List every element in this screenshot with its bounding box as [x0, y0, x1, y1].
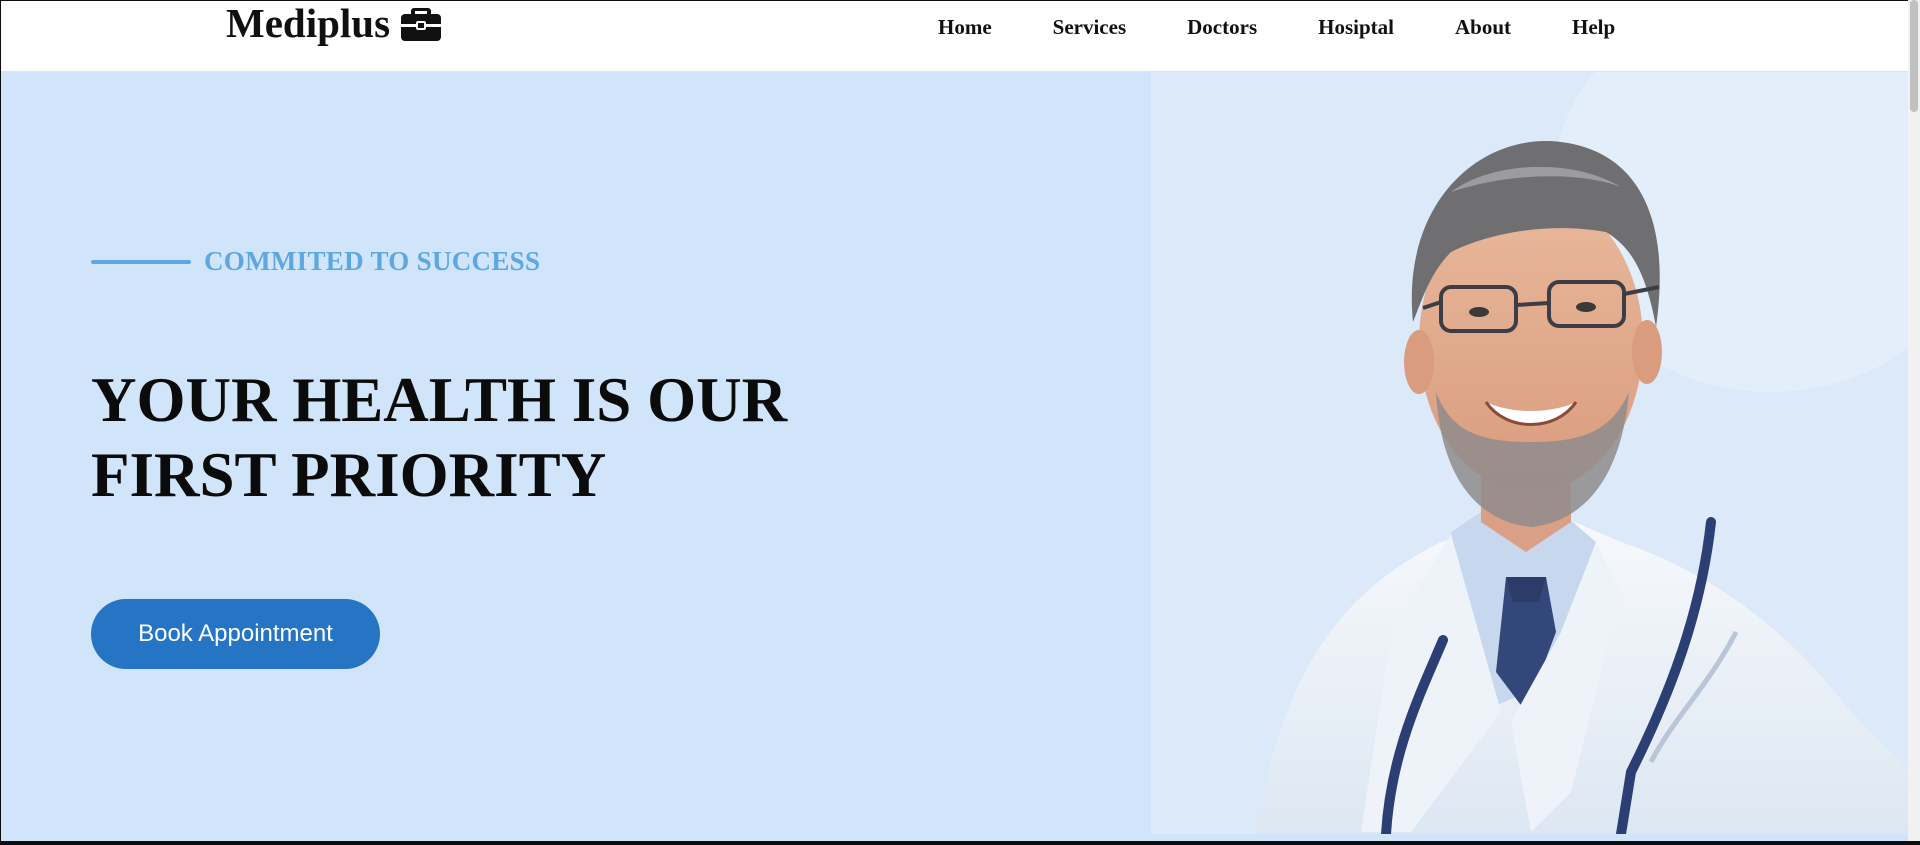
- nav-about[interactable]: About: [1455, 15, 1511, 40]
- page: Mediplus Home Services Doctors Hosiptal …: [1, 1, 1918, 841]
- tagline-divider: [91, 259, 191, 264]
- headline-line-2: FIRST PRIORITY: [91, 440, 607, 510]
- site-header: Mediplus Home Services Doctors Hosiptal …: [1, 1, 1918, 72]
- window-bottom-edge: [0, 841, 1920, 845]
- nav-help[interactable]: Help: [1572, 15, 1615, 40]
- nav-home[interactable]: Home: [938, 15, 992, 40]
- main-nav: Home Services Doctors Hosiptal About Hel…: [938, 15, 1615, 40]
- hero-headline: YOUR HEALTH IS OUR FIRST PRIORITY: [91, 363, 851, 513]
- doctor-portrait-image: [1151, 72, 1911, 834]
- tagline-text: COMMITED TO SUCCESS: [204, 246, 541, 276]
- vertical-scrollbar[interactable]: [1908, 0, 1920, 845]
- nav-hospital[interactable]: Hosiptal: [1318, 15, 1394, 40]
- nav-services[interactable]: Services: [1053, 15, 1126, 40]
- headline-line-1: YOUR HEALTH IS OUR: [91, 365, 788, 435]
- logo-text: Mediplus: [226, 1, 391, 46]
- hero-tagline: COMMITED TO SUCCESS: [91, 246, 540, 277]
- scrollbar-thumb[interactable]: [1910, 0, 1918, 112]
- briefcase-medical-icon: [401, 8, 442, 41]
- book-appointment-button[interactable]: Book Appointment: [91, 599, 380, 669]
- nav-doctors[interactable]: Doctors: [1187, 15, 1257, 40]
- doctor-illustration: [1151, 72, 1911, 834]
- logo[interactable]: Mediplus: [226, 1, 442, 45]
